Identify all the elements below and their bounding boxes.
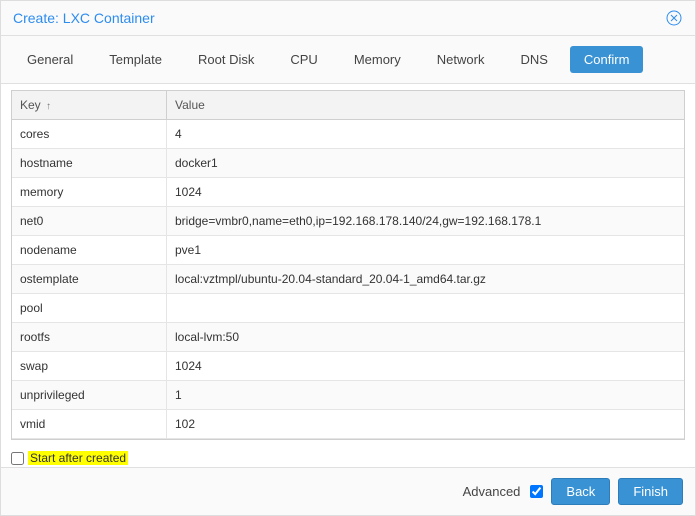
- cell-key: rootfs: [12, 323, 167, 351]
- cell-value: local-lvm:50: [167, 323, 684, 351]
- cell-value: 102: [167, 410, 684, 438]
- table-row[interactable]: pool: [12, 294, 684, 323]
- cell-value: 1024: [167, 178, 684, 206]
- cell-key: unprivileged: [12, 381, 167, 409]
- column-header-value[interactable]: Value: [167, 91, 684, 119]
- cell-value: 4: [167, 120, 684, 148]
- dialog-titlebar: Create: LXC Container: [1, 1, 695, 36]
- dialog-title: Create: LXC Container: [13, 10, 155, 26]
- table-row[interactable]: cores4: [12, 120, 684, 149]
- tab-general[interactable]: General: [13, 46, 87, 73]
- finish-button[interactable]: Finish: [618, 478, 683, 505]
- cell-value: 1024: [167, 352, 684, 380]
- tab-cpu[interactable]: CPU: [276, 46, 331, 73]
- cell-key: memory: [12, 178, 167, 206]
- tab-memory[interactable]: Memory: [340, 46, 415, 73]
- table-row[interactable]: unprivileged1: [12, 381, 684, 410]
- cell-key: hostname: [12, 149, 167, 177]
- advanced-checkbox[interactable]: [530, 485, 543, 498]
- column-header-key-label: Key: [20, 98, 41, 112]
- table-row[interactable]: swap1024: [12, 352, 684, 381]
- tab-network[interactable]: Network: [423, 46, 499, 73]
- cell-value: bridge=vmbr0,name=eth0,ip=192.168.178.14…: [167, 207, 684, 235]
- cell-value: local:vztmpl/ubuntu-20.04-standard_20.04…: [167, 265, 684, 293]
- footer-options: Start after created: [1, 447, 695, 467]
- cell-key: net0: [12, 207, 167, 235]
- tab-dns[interactable]: DNS: [506, 46, 561, 73]
- column-header-key[interactable]: Key ↑: [12, 91, 167, 119]
- cell-value: [167, 294, 684, 322]
- advanced-label: Advanced: [463, 484, 521, 499]
- table-row[interactable]: hostnamedocker1: [12, 149, 684, 178]
- tab-template[interactable]: Template: [95, 46, 176, 73]
- cell-value: pve1: [167, 236, 684, 264]
- table-row[interactable]: ostemplatelocal:vztmpl/ubuntu-20.04-stan…: [12, 265, 684, 294]
- table-row[interactable]: net0bridge=vmbr0,name=eth0,ip=192.168.17…: [12, 207, 684, 236]
- cell-value: docker1: [167, 149, 684, 177]
- start-after-created-checkbox[interactable]: [11, 452, 24, 465]
- sort-ascending-icon: ↑: [46, 101, 51, 112]
- confirm-panel: Key ↑ Value cores4hostnamedocker1memory1…: [1, 84, 695, 447]
- column-header-value-label: Value: [175, 98, 205, 112]
- wizard-tabs: General Template Root Disk CPU Memory Network…: [1, 36, 695, 84]
- footer-buttons: Advanced Back Finish: [1, 467, 695, 515]
- tab-root-disk[interactable]: Root Disk: [184, 46, 268, 73]
- close-icon[interactable]: [665, 9, 683, 27]
- grid-body: cores4hostnamedocker1memory1024net0bridg…: [12, 120, 684, 439]
- cell-key: nodename: [12, 236, 167, 264]
- table-row[interactable]: memory1024: [12, 178, 684, 207]
- summary-grid: Key ↑ Value cores4hostnamedocker1memory1…: [11, 90, 685, 440]
- cell-key: pool: [12, 294, 167, 322]
- table-row[interactable]: vmid102: [12, 410, 684, 439]
- grid-header: Key ↑ Value: [12, 91, 684, 120]
- cell-value: 1: [167, 381, 684, 409]
- cell-key: vmid: [12, 410, 167, 438]
- cell-key: ostemplate: [12, 265, 167, 293]
- create-container-dialog: Create: LXC Container General Template Roo…: [0, 0, 696, 516]
- start-after-created-label: Start after created: [28, 451, 128, 465]
- cell-key: swap: [12, 352, 167, 380]
- table-row[interactable]: nodenamepve1: [12, 236, 684, 265]
- tab-confirm[interactable]: Confirm: [570, 46, 644, 73]
- table-row[interactable]: rootfslocal-lvm:50: [12, 323, 684, 352]
- cell-key: cores: [12, 120, 167, 148]
- back-button[interactable]: Back: [551, 478, 610, 505]
